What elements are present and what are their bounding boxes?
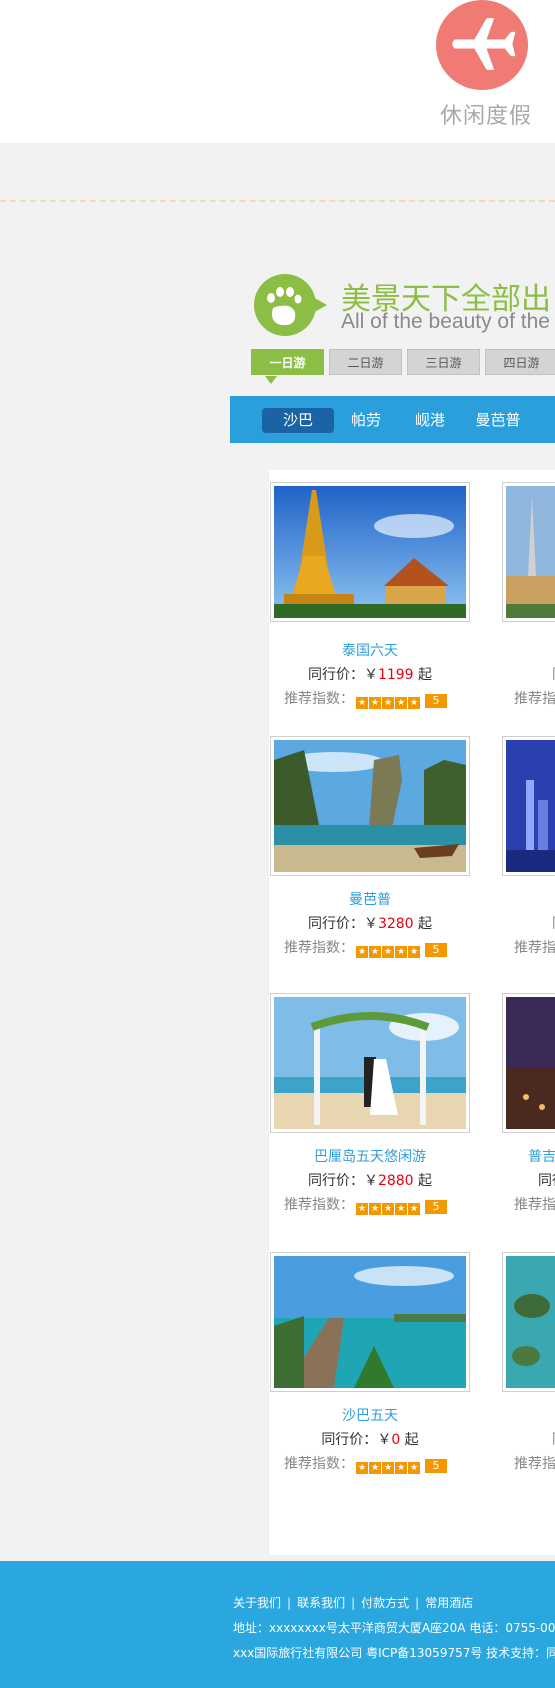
score-badge: 5 <box>425 943 447 957</box>
footer-address: 地址：xxxxxxxx号太平洋商贸大厦A座20A 电话：0755-000 <box>233 1621 555 1635</box>
footer-link-payment[interactable]: 付款方式 <box>361 1594 409 1611</box>
price-suffix: 起 <box>413 667 433 683</box>
score-badge: 5 <box>425 1459 447 1473</box>
tour-price: 同行价：￥1199 起 <box>270 664 470 684</box>
price-value: 3280 <box>377 916 414 932</box>
currency-symbol: ￥ <box>363 1173 378 1189</box>
tour-rating: 推荐指数： ★ ★ ★ ★ ★ 5 <box>284 1194 484 1215</box>
tour-title[interactable]: 巴厘岛五天悠闲游 <box>270 1146 470 1166</box>
tour-price: 同行价：￥2880 起 <box>270 1170 470 1190</box>
footer-copyright: xxx国际旅行社有限公司 粤ICP备13059757号 技术支持：同 <box>233 1646 555 1660</box>
price-value: 0 <box>391 1432 401 1448</box>
tour-rating: 推荐指数： ★ ★ ★ ★ ★ 5 <box>284 1453 484 1474</box>
footprint-logo-icon <box>254 274 327 336</box>
city-tab-palau[interactable]: 帕劳 <box>342 408 390 433</box>
tour-photo-island[interactable] <box>270 736 470 876</box>
tour-photo-partial[interactable] <box>502 1252 555 1392</box>
tour-photo-partial[interactable] <box>502 482 555 622</box>
tab-three-day[interactable]: 三日游 <box>407 349 480 375</box>
price-suffix: 起 <box>413 916 433 932</box>
tour-photo-partial[interactable] <box>502 993 555 1133</box>
price-label: 同行价： <box>307 916 364 932</box>
star-rating-icon: ★ ★ ★ ★ ★ <box>356 697 420 709</box>
pagoda-image <box>274 486 466 618</box>
rating-label: 推荐指数： <box>284 691 354 707</box>
tour-title[interactable]: 泰国六天 <box>270 640 470 660</box>
brand-heading: 美景天下全部出 All of the beauty of the <box>251 270 555 340</box>
tab-two-day[interactable]: 二日游 <box>329 349 402 375</box>
tour-rating: 推荐指数： ★ ★ ★ ★ ★ 5 <box>284 688 484 709</box>
footer-link-about[interactable]: 关于我们 <box>233 1594 281 1611</box>
footer-link-hotels[interactable]: 常用酒店 <box>425 1594 473 1611</box>
footer-links: 关于我们 | 联系我们 | 付款方式 | 常用酒店 <box>233 1594 473 1611</box>
partial-rating: 推荐指 <box>514 1197 555 1213</box>
rating-label: 推荐指数： <box>284 1456 354 1472</box>
city-tab-sabah[interactable]: 沙巴 <box>262 408 334 433</box>
tour-rating: 推荐指数： ★ ★ ★ ★ ★ 5 <box>284 937 484 958</box>
score-badge: 5 <box>425 694 447 708</box>
price-value: 1199 <box>377 667 414 683</box>
price-label: 同行价： <box>321 1432 378 1448</box>
footer-separator: | <box>351 1596 356 1610</box>
price-label: 同行价： <box>307 667 364 683</box>
tour-price: 同行价：￥3280 起 <box>270 913 470 933</box>
partial-rating: 推荐指 <box>514 1456 555 1472</box>
plane-icon <box>452 18 516 70</box>
price-label: 同行价： <box>307 1173 364 1189</box>
tour-photo-pagoda[interactable] <box>270 482 470 622</box>
divider <box>0 200 555 202</box>
brand-subtitle: All of the beauty of the <box>341 310 550 333</box>
star-rating-icon: ★ ★ ★ ★ ★ <box>356 946 420 958</box>
resort-night-image <box>506 997 555 1129</box>
score-badge: 5 <box>425 1200 447 1214</box>
star-rating-icon: ★ ★ ★ ★ ★ <box>356 1462 420 1474</box>
rating-label: 推荐指数： <box>284 940 354 956</box>
tour-photo-wedding[interactable] <box>270 993 470 1133</box>
tab-four-day[interactable]: 四日游 <box>485 349 555 375</box>
day-tabs: 一日游 二日游 三日游 四日游 <box>251 349 555 384</box>
footer-separator: | <box>287 1596 292 1610</box>
partial-rating: 推荐指 <box>514 691 555 707</box>
partial-title[interactable]: 普吉 <box>528 1146 555 1166</box>
tour-price: 同行价：￥0 起 <box>270 1429 470 1449</box>
footer-link-contact[interactable]: 联系我们 <box>297 1594 345 1611</box>
star-rating-icon: ★ ★ ★ ★ ★ <box>356 1203 420 1215</box>
partial-rating: 推荐指 <box>514 940 555 956</box>
price-suffix: 起 <box>400 1432 419 1448</box>
partial-price: 同行 <box>538 1173 555 1189</box>
top-header: 休闲度假 <box>0 0 555 143</box>
city-tab-pattaya[interactable]: 曼芭普 <box>466 408 530 433</box>
currency-symbol: ￥ <box>363 916 378 932</box>
island-image <box>274 740 466 872</box>
site-footer: 关于我们 | 联系我们 | 付款方式 | 常用酒店 地址：xxxxxxxx号太平洋商贸大厦A… <box>0 1561 555 1688</box>
temple-image <box>506 486 555 618</box>
tab-one-day[interactable]: 一日游 <box>251 349 324 384</box>
tour-title[interactable]: 曼芭普 <box>270 889 470 909</box>
city-tab-bar: 沙巴 帕劳 岘港 曼芭普 <box>230 396 555 443</box>
tour-title[interactable]: 沙巴五天 <box>270 1405 470 1425</box>
footer-separator: | <box>415 1596 420 1610</box>
rating-label: 推荐指数： <box>284 1197 354 1213</box>
tour-photo-pier[interactable] <box>270 1252 470 1392</box>
city-night-image <box>506 740 555 872</box>
city-tab-danang[interactable]: 岘港 <box>406 408 454 433</box>
price-suffix: 起 <box>413 1173 433 1189</box>
currency-symbol: ￥ <box>363 667 378 683</box>
tour-photo-partial[interactable] <box>502 736 555 876</box>
pier-image <box>274 1256 466 1388</box>
price-value: 2880 <box>377 1173 414 1189</box>
leisure-label[interactable]: 休闲度假 <box>440 98 532 130</box>
wedding-beach-image <box>274 997 466 1129</box>
currency-symbol: ￥ <box>377 1432 392 1448</box>
islands-aerial-image <box>506 1256 555 1388</box>
leisure-badge[interactable] <box>436 0 528 90</box>
